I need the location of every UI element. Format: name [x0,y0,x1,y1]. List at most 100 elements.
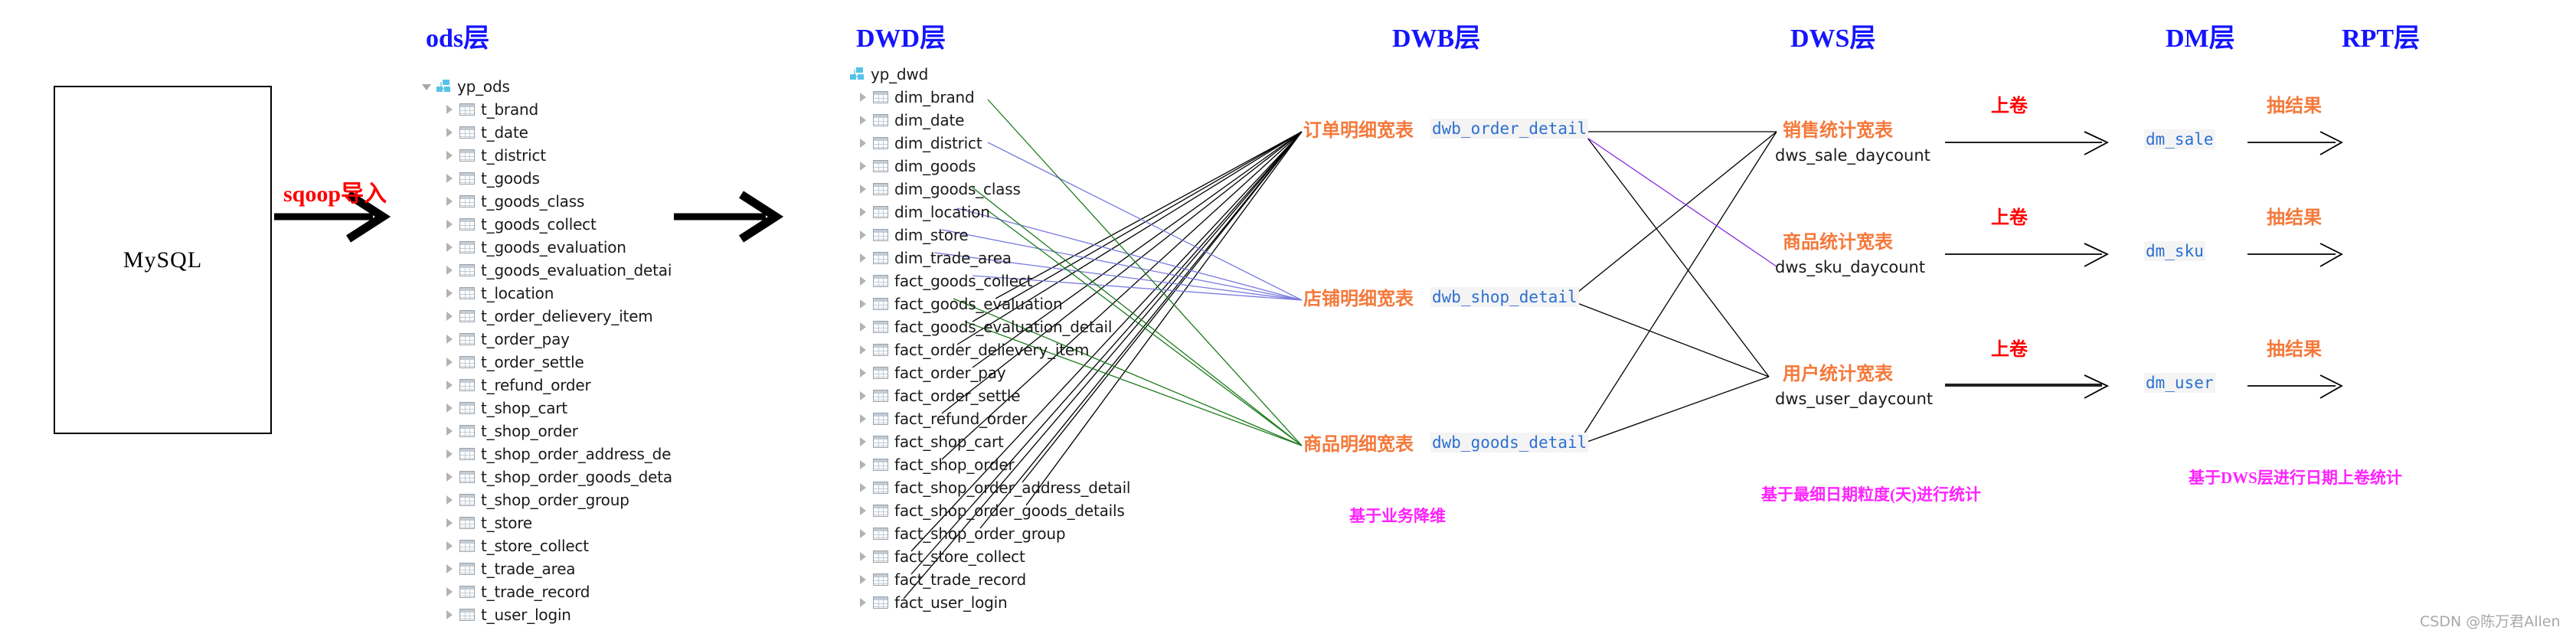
chevron-right-icon[interactable] [443,608,456,622]
tree-item[interactable]: fact_shop_order_address_detail [833,476,1130,499]
tree-root-ods_tree[interactable]: yp_ods [420,75,672,98]
tree-item[interactable]: t_district [420,144,672,167]
ods-tree[interactable]: yp_ods t_brand t_date t_district t_goods t_go… [420,75,672,626]
chevron-right-icon[interactable] [856,481,870,495]
dwb-table-code[interactable]: dwb_order_detail [1430,118,1589,139]
tree-item[interactable]: fact_order_settle [833,384,1130,407]
chevron-right-icon[interactable] [856,136,870,150]
chevron-right-icon[interactable] [443,309,456,323]
tree-item[interactable]: t_goods_class [420,190,672,213]
chevron-right-icon[interactable] [443,378,456,392]
tree-item[interactable]: t_shop_cart [420,397,672,420]
chevron-right-icon[interactable] [856,228,870,242]
tree-item[interactable]: t_shop_order_address_de [420,443,672,466]
tree-item[interactable]: dim_goods [833,155,1130,178]
tree-item[interactable]: fact_shop_order_group [833,522,1130,545]
chevron-right-icon[interactable] [856,435,870,449]
tree-item[interactable]: fact_order_pay [833,361,1130,384]
chevron-right-icon[interactable] [856,389,870,403]
chevron-right-icon[interactable] [443,355,456,369]
dwd-tree[interactable]: yp_dwd dim_brand dim_date dim_district dim_g… [833,63,1130,614]
tree-item[interactable]: t_store [420,511,672,534]
chevron-right-icon[interactable] [443,332,456,346]
chevron-right-icon[interactable] [443,172,456,185]
tree-item[interactable]: t_goods_evaluation_detai [420,259,672,282]
tree-item[interactable]: t_trade_area [420,557,672,580]
dwb-table-code[interactable]: dwb_shop_detail [1430,286,1579,307]
chevron-right-icon[interactable] [856,251,870,265]
tree-item[interactable]: dim_district [833,132,1130,155]
chevron-right-icon[interactable] [443,240,456,254]
chevron-right-icon[interactable] [856,297,870,311]
tree-item[interactable]: dim_goods_class [833,178,1130,201]
chevron-right-icon[interactable] [856,596,870,609]
dm-table-code[interactable]: dm_sale [2144,129,2215,149]
tree-item[interactable]: t_shop_order [420,420,672,443]
dwb-table-code[interactable]: dwb_goods_detail [1430,432,1589,452]
tree-item[interactable]: t_shop_order_goods_deta [420,466,672,488]
chevron-right-icon[interactable] [856,366,870,380]
chevron-right-icon[interactable] [856,205,870,219]
chevron-right-icon[interactable] [443,470,456,484]
tree-item[interactable]: fact_trade_record [833,568,1130,591]
tree-item[interactable]: dim_date [833,109,1130,132]
tree-item[interactable]: t_store_collect [420,534,672,557]
chevron-right-icon[interactable] [856,90,870,104]
tree-item[interactable]: fact_shop_order [833,453,1130,476]
chevron-right-icon[interactable] [856,504,870,518]
tree-item[interactable]: dim_location [833,201,1130,224]
tree-item[interactable]: t_goods_collect [420,213,672,236]
tree-item[interactable]: fact_shop_order_goods_details [833,499,1130,522]
chevron-right-icon[interactable] [443,424,456,438]
chevron-right-icon[interactable] [856,274,870,288]
tree-item[interactable]: t_date [420,121,672,144]
chevron-right-icon[interactable] [443,149,456,162]
chevron-right-icon[interactable] [856,458,870,472]
tree-item[interactable]: dim_brand [833,86,1130,109]
chevron-right-icon[interactable] [856,412,870,426]
tree-item[interactable]: t_goods_evaluation [420,236,672,259]
dws-table-code[interactable]: dws_sku_daycount [1775,258,1925,276]
chevron-right-icon[interactable] [443,493,456,507]
tree-root-dwd_tree[interactable]: yp_dwd [833,63,1130,86]
chevron-right-icon[interactable] [443,585,456,599]
tree-item[interactable]: t_goods [420,167,672,190]
tree-item[interactable]: fact_store_collect [833,545,1130,568]
chevron-right-icon[interactable] [856,182,870,196]
tree-item[interactable]: fact_shop_cart [833,430,1130,453]
tree-item[interactable]: fact_refund_order [833,407,1130,430]
chevron-right-icon[interactable] [443,286,456,300]
dm-table-code[interactable]: dm_user [2144,373,2215,393]
tree-item[interactable]: t_refund_order [420,374,672,397]
tree-item[interactable]: fact_goods_collect [833,270,1130,292]
dws-table-code[interactable]: dws_user_daycount [1775,390,1933,408]
tree-item[interactable]: t_order_pay [420,328,672,351]
tree-item[interactable]: t_user_login [420,603,672,626]
tree-item[interactable]: t_order_delievery_item [420,305,672,328]
tree-item[interactable]: dim_trade_area [833,247,1130,270]
chevron-right-icon[interactable] [443,516,456,530]
chevron-right-icon[interactable] [443,263,456,277]
chevron-right-icon[interactable] [443,539,456,553]
chevron-right-icon[interactable] [856,573,870,586]
dws-table-code[interactable]: dws_sale_daycount [1775,146,1930,165]
tree-item[interactable]: fact_goods_evaluation_detail [833,315,1130,338]
tree-item[interactable]: t_trade_record [420,580,672,603]
chevron-down-icon[interactable] [420,80,433,93]
tree-item[interactable]: t_shop_order_group [420,488,672,511]
chevron-right-icon[interactable] [856,113,870,127]
tree-item[interactable]: fact_goods_evaluation [833,292,1130,315]
chevron-right-icon[interactable] [443,126,456,139]
tree-item[interactable]: t_brand [420,98,672,121]
dm-table-code[interactable]: dm_sku [2144,241,2205,261]
tree-item[interactable]: fact_order_delievery_item [833,338,1130,361]
chevron-right-icon[interactable] [443,217,456,231]
chevron-right-icon[interactable] [856,527,870,541]
tree-item[interactable]: t_location [420,282,672,305]
chevron-right-icon[interactable] [856,159,870,173]
chevron-right-icon[interactable] [856,343,870,357]
chevron-right-icon[interactable] [443,194,456,208]
chevron-right-icon[interactable] [856,320,870,334]
chevron-right-icon[interactable] [443,103,456,116]
tree-item[interactable]: dim_store [833,224,1130,247]
